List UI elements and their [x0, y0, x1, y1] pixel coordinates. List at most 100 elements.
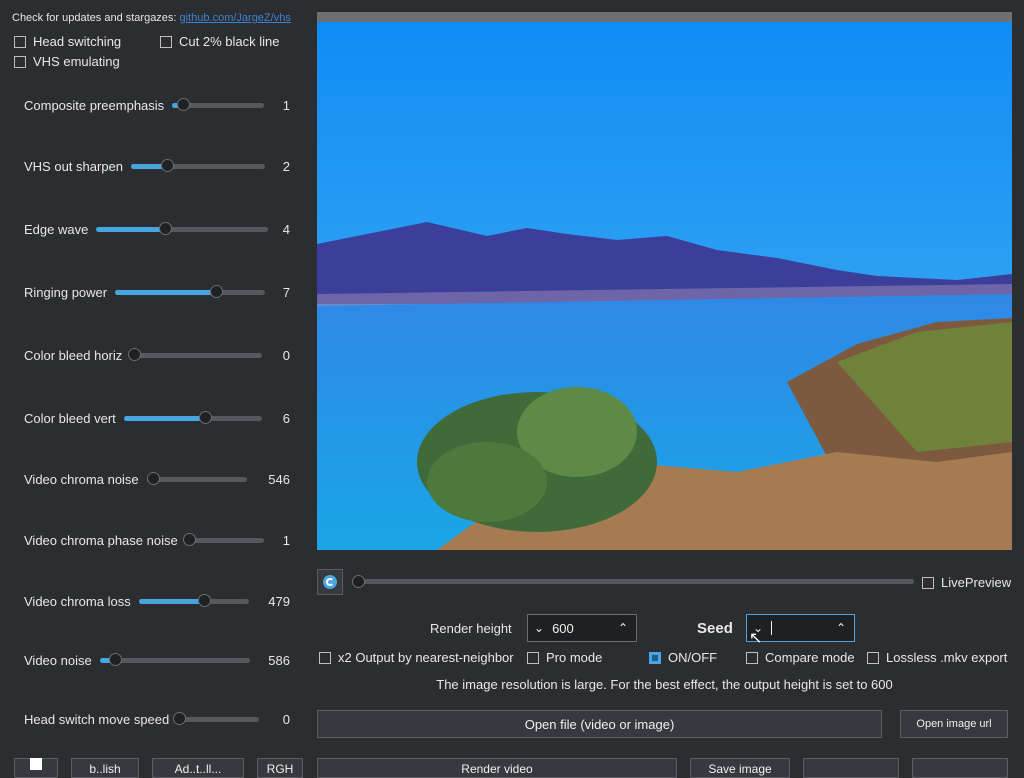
- slider-color-bleed-vert: Color bleed vert 6: [24, 408, 292, 428]
- slider-handle[interactable]: [177, 97, 191, 111]
- lossless-export-box[interactable]: [867, 651, 879, 664]
- slider-value: 479: [268, 593, 290, 609]
- update-link[interactable]: github.com/JargeZ/vhs: [180, 12, 291, 24]
- on-off-box[interactable]: [649, 651, 661, 664]
- slider-track[interactable]: [99, 652, 250, 666]
- cut-black-line-box[interactable]: [160, 35, 172, 48]
- pro-mode-label: Pro mode: [546, 650, 603, 665]
- slider-fill: [123, 415, 206, 421]
- slider-value: 1: [282, 532, 290, 548]
- slider-label: Composite preemphasis: [24, 97, 165, 113]
- slider-label: Head switch move speed: [24, 711, 170, 727]
- pro-mode-box[interactable]: [527, 651, 539, 664]
- slider-handle[interactable]: [146, 471, 160, 485]
- slider-track[interactable]: [96, 221, 269, 235]
- slider-label: Ringing power: [24, 284, 108, 300]
- slider-track[interactable]: [123, 410, 262, 424]
- chevron-up-icon[interactable]: ⌃: [618, 621, 628, 635]
- slider-fill: [115, 289, 216, 295]
- slider-color-bleed-horiz: Color bleed horiz 0: [24, 345, 292, 365]
- open-file-button[interactable]: Open file (video or image): [317, 710, 882, 738]
- slider-label: Video noise: [24, 652, 92, 668]
- bottom-button-3[interactable]: Ad..t..ll...: [152, 758, 244, 778]
- vhs-emulating-checkbox[interactable]: VHS emulating: [14, 54, 120, 69]
- slider-handle[interactable]: [159, 221, 173, 235]
- slider-track[interactable]: [183, 532, 264, 546]
- refresh-icon: [323, 575, 337, 589]
- slider-label: Video chroma phase noise: [24, 532, 178, 548]
- slider-handle[interactable]: [161, 158, 175, 172]
- slider-value: 6: [282, 410, 290, 426]
- update-notice-text: Check for updates and stargazes:: [12, 12, 177, 24]
- slider-handle[interactable]: [209, 284, 223, 298]
- slider-video-noise: Video noise 586: [24, 650, 292, 670]
- square-icon: [30, 758, 42, 770]
- slider-track[interactable]: [146, 471, 247, 485]
- bottom-button-1[interactable]: [14, 758, 58, 778]
- slider-label: Video chroma noise: [24, 471, 139, 487]
- slider-label: VHS out sharpen: [24, 158, 124, 174]
- slider-value: 0: [282, 711, 290, 727]
- save-image-button[interactable]: Save image: [690, 758, 790, 778]
- slider-track[interactable]: [115, 284, 266, 298]
- slider-track[interactable]: [173, 711, 260, 725]
- slider-track[interactable]: [128, 347, 263, 361]
- timeline-handle[interactable]: [352, 575, 365, 588]
- slider-value: 2: [282, 158, 290, 174]
- head-switching-checkbox[interactable]: Head switching: [14, 34, 121, 49]
- slider-value: 586: [268, 652, 290, 668]
- compare-mode-label: Compare mode: [765, 650, 855, 665]
- bottom-button-7[interactable]: [803, 758, 899, 778]
- compare-mode-box[interactable]: [746, 651, 758, 664]
- slider-composite-preemphasis: Composite preemphasis 1: [24, 95, 292, 115]
- bottom-button-8[interactable]: [912, 758, 1008, 778]
- seed-value[interactable]: [771, 621, 836, 635]
- vhs-emulating-label: VHS emulating: [33, 54, 120, 69]
- slider-label: Edge wave: [24, 221, 89, 237]
- chevron-down-icon[interactable]: ⌄: [534, 621, 544, 635]
- resolution-note: The image resolution is large. For the b…: [436, 677, 893, 692]
- slider-handle[interactable]: [199, 410, 213, 424]
- slider-label: Video chroma loss: [24, 593, 131, 609]
- bottom-button-2[interactable]: b..lish: [71, 758, 139, 778]
- cut-black-line-checkbox[interactable]: Cut 2% black line: [160, 34, 279, 49]
- slider-vhs-out-sharpen: VHS out sharpen 2: [24, 156, 292, 176]
- lake-scene-image: [317, 22, 1012, 550]
- slider-handle[interactable]: [183, 532, 197, 546]
- render-video-button[interactable]: Render video: [317, 758, 677, 778]
- live-preview-checkbox[interactable]: LivePreview: [922, 575, 1011, 590]
- on-off-label: ON/OFF: [668, 650, 718, 665]
- slider-video-chroma-loss: Video chroma loss 479: [24, 591, 292, 611]
- open-image-url-button[interactable]: Open image url: [900, 710, 1008, 738]
- compare-mode-checkbox[interactable]: Compare mode: [746, 650, 855, 665]
- timeline-track[interactable]: [352, 575, 914, 588]
- bottom-button-4[interactable]: RGH: [257, 758, 303, 778]
- slider-handle[interactable]: [197, 593, 211, 607]
- render-height-spinbox[interactable]: ⌄ 600 ⌃: [527, 614, 637, 642]
- slider-handle[interactable]: [173, 711, 187, 725]
- slider-track[interactable]: [138, 593, 249, 607]
- slider-value: 0: [282, 347, 290, 363]
- pro-mode-checkbox[interactable]: Pro mode: [527, 650, 602, 665]
- slider-value: 546: [268, 471, 290, 487]
- render-height-value[interactable]: 600: [552, 621, 618, 636]
- x2-output-box[interactable]: [319, 651, 331, 664]
- cut-black-line-label: Cut 2% black line: [179, 34, 280, 49]
- slider-video-chroma-phase-noise: Video chroma phase noise 1: [24, 530, 292, 550]
- slider-handle[interactable]: [128, 347, 142, 361]
- slider-track[interactable]: [172, 97, 265, 111]
- live-preview-box[interactable]: [922, 576, 934, 589]
- lossless-export-label: Lossless .mkv export: [886, 650, 1008, 665]
- on-off-checkbox[interactable]: ON/OFF: [649, 650, 717, 665]
- slider-handle[interactable]: [108, 652, 122, 666]
- head-switching-box[interactable]: [14, 35, 26, 48]
- x2-output-checkbox[interactable]: x2 Output by nearest-neighbor: [319, 650, 514, 665]
- slider-head-switch-move-speed: Head switch move speed 0: [24, 709, 292, 729]
- slider-label: Color bleed horiz: [24, 347, 123, 363]
- slider-ringing-power: Ringing power 7: [24, 282, 292, 302]
- refresh-button[interactable]: [317, 569, 343, 595]
- lossless-export-checkbox[interactable]: Lossless .mkv export: [867, 650, 1007, 665]
- slider-track[interactable]: [131, 158, 266, 172]
- chevron-up-icon[interactable]: ⌃: [836, 621, 846, 635]
- vhs-emulating-box[interactable]: [14, 55, 26, 68]
